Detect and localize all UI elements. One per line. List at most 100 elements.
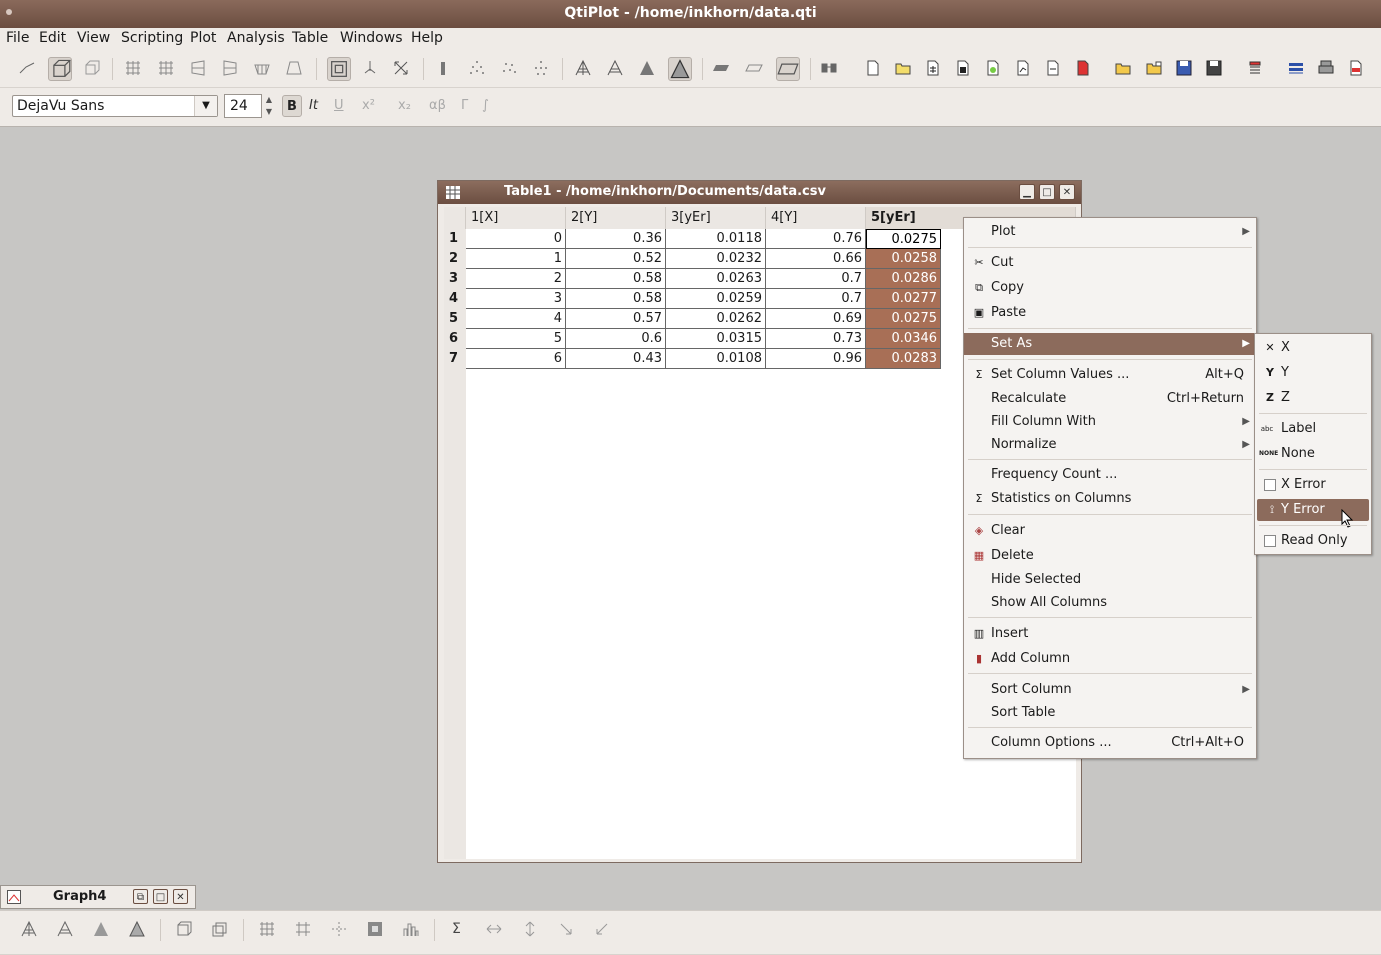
table-cell[interactable]: 0.7: [766, 289, 866, 309]
floor-empty-icon[interactable]: [776, 57, 800, 81]
grid-front-icon[interactable]: [124, 59, 142, 77]
table-cell[interactable]: 6: [466, 349, 566, 369]
close-icon[interactable]: ✕: [173, 889, 188, 904]
row-header[interactable]: 6: [444, 329, 466, 349]
arrow-vertical-icon[interactable]: [521, 920, 539, 938]
menu-help[interactable]: Help: [411, 30, 443, 46]
table-cell[interactable]: 0.0118: [666, 229, 766, 249]
perspective-icon[interactable]: [327, 57, 351, 81]
print-icon[interactable]: [1317, 59, 1335, 77]
row-header[interactable]: 3: [444, 269, 466, 289]
reset-rotation-icon[interactable]: [361, 59, 379, 77]
row-header[interactable]: 5: [444, 309, 466, 329]
table-cell[interactable]: 0.0277: [866, 289, 941, 309]
data-tools-icon[interactable]: [1246, 59, 1264, 77]
table-cell[interactable]: 0.36: [566, 229, 666, 249]
menu-table[interactable]: Table: [292, 30, 328, 46]
chevron-down-icon[interactable]: ▼: [194, 96, 217, 116]
menu-item-fill-column-with[interactable]: Fill Column With ▶: [964, 411, 1256, 433]
table-cell[interactable]: 0.43: [566, 349, 666, 369]
corner-header[interactable]: [444, 207, 466, 229]
3d-frame-icon[interactable]: [82, 59, 100, 77]
submenu-item-none[interactable]: NONE None: [1255, 443, 1371, 465]
grid-back-icon[interactable]: [157, 59, 175, 77]
superscript-button[interactable]: x²: [362, 98, 375, 113]
save-icon[interactable]: [1175, 59, 1193, 77]
menu-item-paste[interactable]: ▣ Paste: [964, 302, 1256, 324]
table-cell[interactable]: 2: [466, 269, 566, 289]
menu-view[interactable]: View: [77, 30, 110, 46]
animation-icon[interactable]: [820, 59, 838, 77]
font-size-spinner[interactable]: ▲ ▼: [262, 94, 276, 118]
menu-item-column-options[interactable]: Column Options ... Ctrl+Alt+O: [964, 732, 1256, 754]
table-cell[interactable]: 1: [466, 249, 566, 269]
new-graph-icon[interactable]: [1014, 59, 1032, 77]
menu-scripting[interactable]: Scripting: [121, 30, 183, 46]
menu-item-recalculate[interactable]: Recalculate Ctrl+Return: [964, 388, 1256, 410]
floor-data-icon[interactable]: [712, 59, 730, 77]
mesh-grid-icon[interactable]: [294, 920, 312, 938]
table-cell[interactable]: 0.0283: [866, 349, 941, 369]
underline-button[interactable]: U: [334, 98, 344, 113]
table-cell[interactable]: 0.76: [766, 229, 866, 249]
table-cell[interactable]: 0.0262: [666, 309, 766, 329]
submenu-item-x-error[interactable]: X Error: [1255, 474, 1371, 496]
menu-item-show-all-columns[interactable]: Show All Columns: [964, 592, 1256, 614]
maximize-icon[interactable]: □: [153, 889, 168, 904]
dotted-grid-icon[interactable]: [330, 920, 348, 938]
read-only-checkbox[interactable]: [1264, 535, 1276, 547]
greek-button[interactable]: αβ: [429, 98, 446, 113]
bold-button[interactable]: B: [282, 95, 302, 117]
table-cell[interactable]: 0.0259: [666, 289, 766, 309]
table-cell[interactable]: 0.58: [566, 289, 666, 309]
filled-mesh-icon[interactable]: [128, 920, 146, 938]
new-folder-icon[interactable]: [894, 59, 912, 77]
column-header[interactable]: 3[yEr]: [666, 207, 766, 229]
table-cell[interactable]: 0.69: [766, 309, 866, 329]
grid-ceiling-icon[interactable]: [253, 59, 271, 77]
histogram-icon[interactable]: [402, 920, 420, 938]
font-size-input[interactable]: 24: [224, 94, 262, 118]
polygon-fill-icon[interactable]: [92, 920, 110, 938]
menu-item-hide-selected[interactable]: Hide Selected: [964, 569, 1256, 591]
row-header[interactable]: 2: [444, 249, 466, 269]
rotate-icon[interactable]: [557, 920, 575, 938]
sigma-icon[interactable]: Σ: [452, 921, 461, 937]
floor-iso-icon[interactable]: [745, 59, 763, 77]
crosses-icon[interactable]: [532, 59, 550, 77]
table-cell[interactable]: 0.57: [566, 309, 666, 329]
wireframe-icon[interactable]: [20, 920, 38, 938]
save-as-icon[interactable]: [1205, 59, 1223, 77]
submenu-item-z[interactable]: ZZ: [1255, 387, 1371, 409]
menu-item-frequency-count[interactable]: Frequency Count ...: [964, 464, 1256, 486]
table-cell[interactable]: 0.6: [566, 329, 666, 349]
menu-item-add-column[interactable]: ▮ Add Column: [964, 648, 1256, 670]
menu-item-copy[interactable]: ⧉ Copy: [964, 277, 1256, 299]
table-cell[interactable]: 0.0108: [666, 349, 766, 369]
line-plot-icon[interactable]: [18, 59, 36, 77]
menu-edit[interactable]: Edit: [39, 30, 66, 46]
table-cell[interactable]: 0.58: [566, 269, 666, 289]
matrix-grid-icon[interactable]: [258, 920, 276, 938]
back-grid-icon[interactable]: [211, 920, 229, 938]
image-plot-icon[interactable]: [366, 920, 384, 938]
new-note-icon[interactable]: [984, 59, 1002, 77]
wireframe-icon[interactable]: [574, 59, 592, 77]
layers-icon[interactable]: [1287, 59, 1305, 77]
restore-icon[interactable]: ⧉: [133, 889, 148, 904]
open-icon[interactable]: [1114, 59, 1132, 77]
table-cell[interactable]: 0.52: [566, 249, 666, 269]
new-matrix-icon[interactable]: [954, 59, 972, 77]
table-cell[interactable]: 0.0275: [866, 309, 941, 329]
subscript-button[interactable]: x₂: [398, 98, 411, 113]
table-cell[interactable]: 0.0315: [666, 329, 766, 349]
menu-windows[interactable]: Windows: [340, 30, 403, 46]
polygon-fill-icon[interactable]: [638, 59, 656, 77]
capital-greek-button[interactable]: Γ: [461, 98, 468, 113]
bars-3d-icon[interactable]: [434, 59, 452, 77]
table-cell[interactable]: 4: [466, 309, 566, 329]
front-grid-icon[interactable]: [175, 920, 193, 938]
menu-item-sort-column[interactable]: Sort Column ▶: [964, 679, 1256, 701]
arrow-horizontal-icon[interactable]: [485, 920, 503, 938]
table-cell[interactable]: 0.0286: [866, 269, 941, 289]
